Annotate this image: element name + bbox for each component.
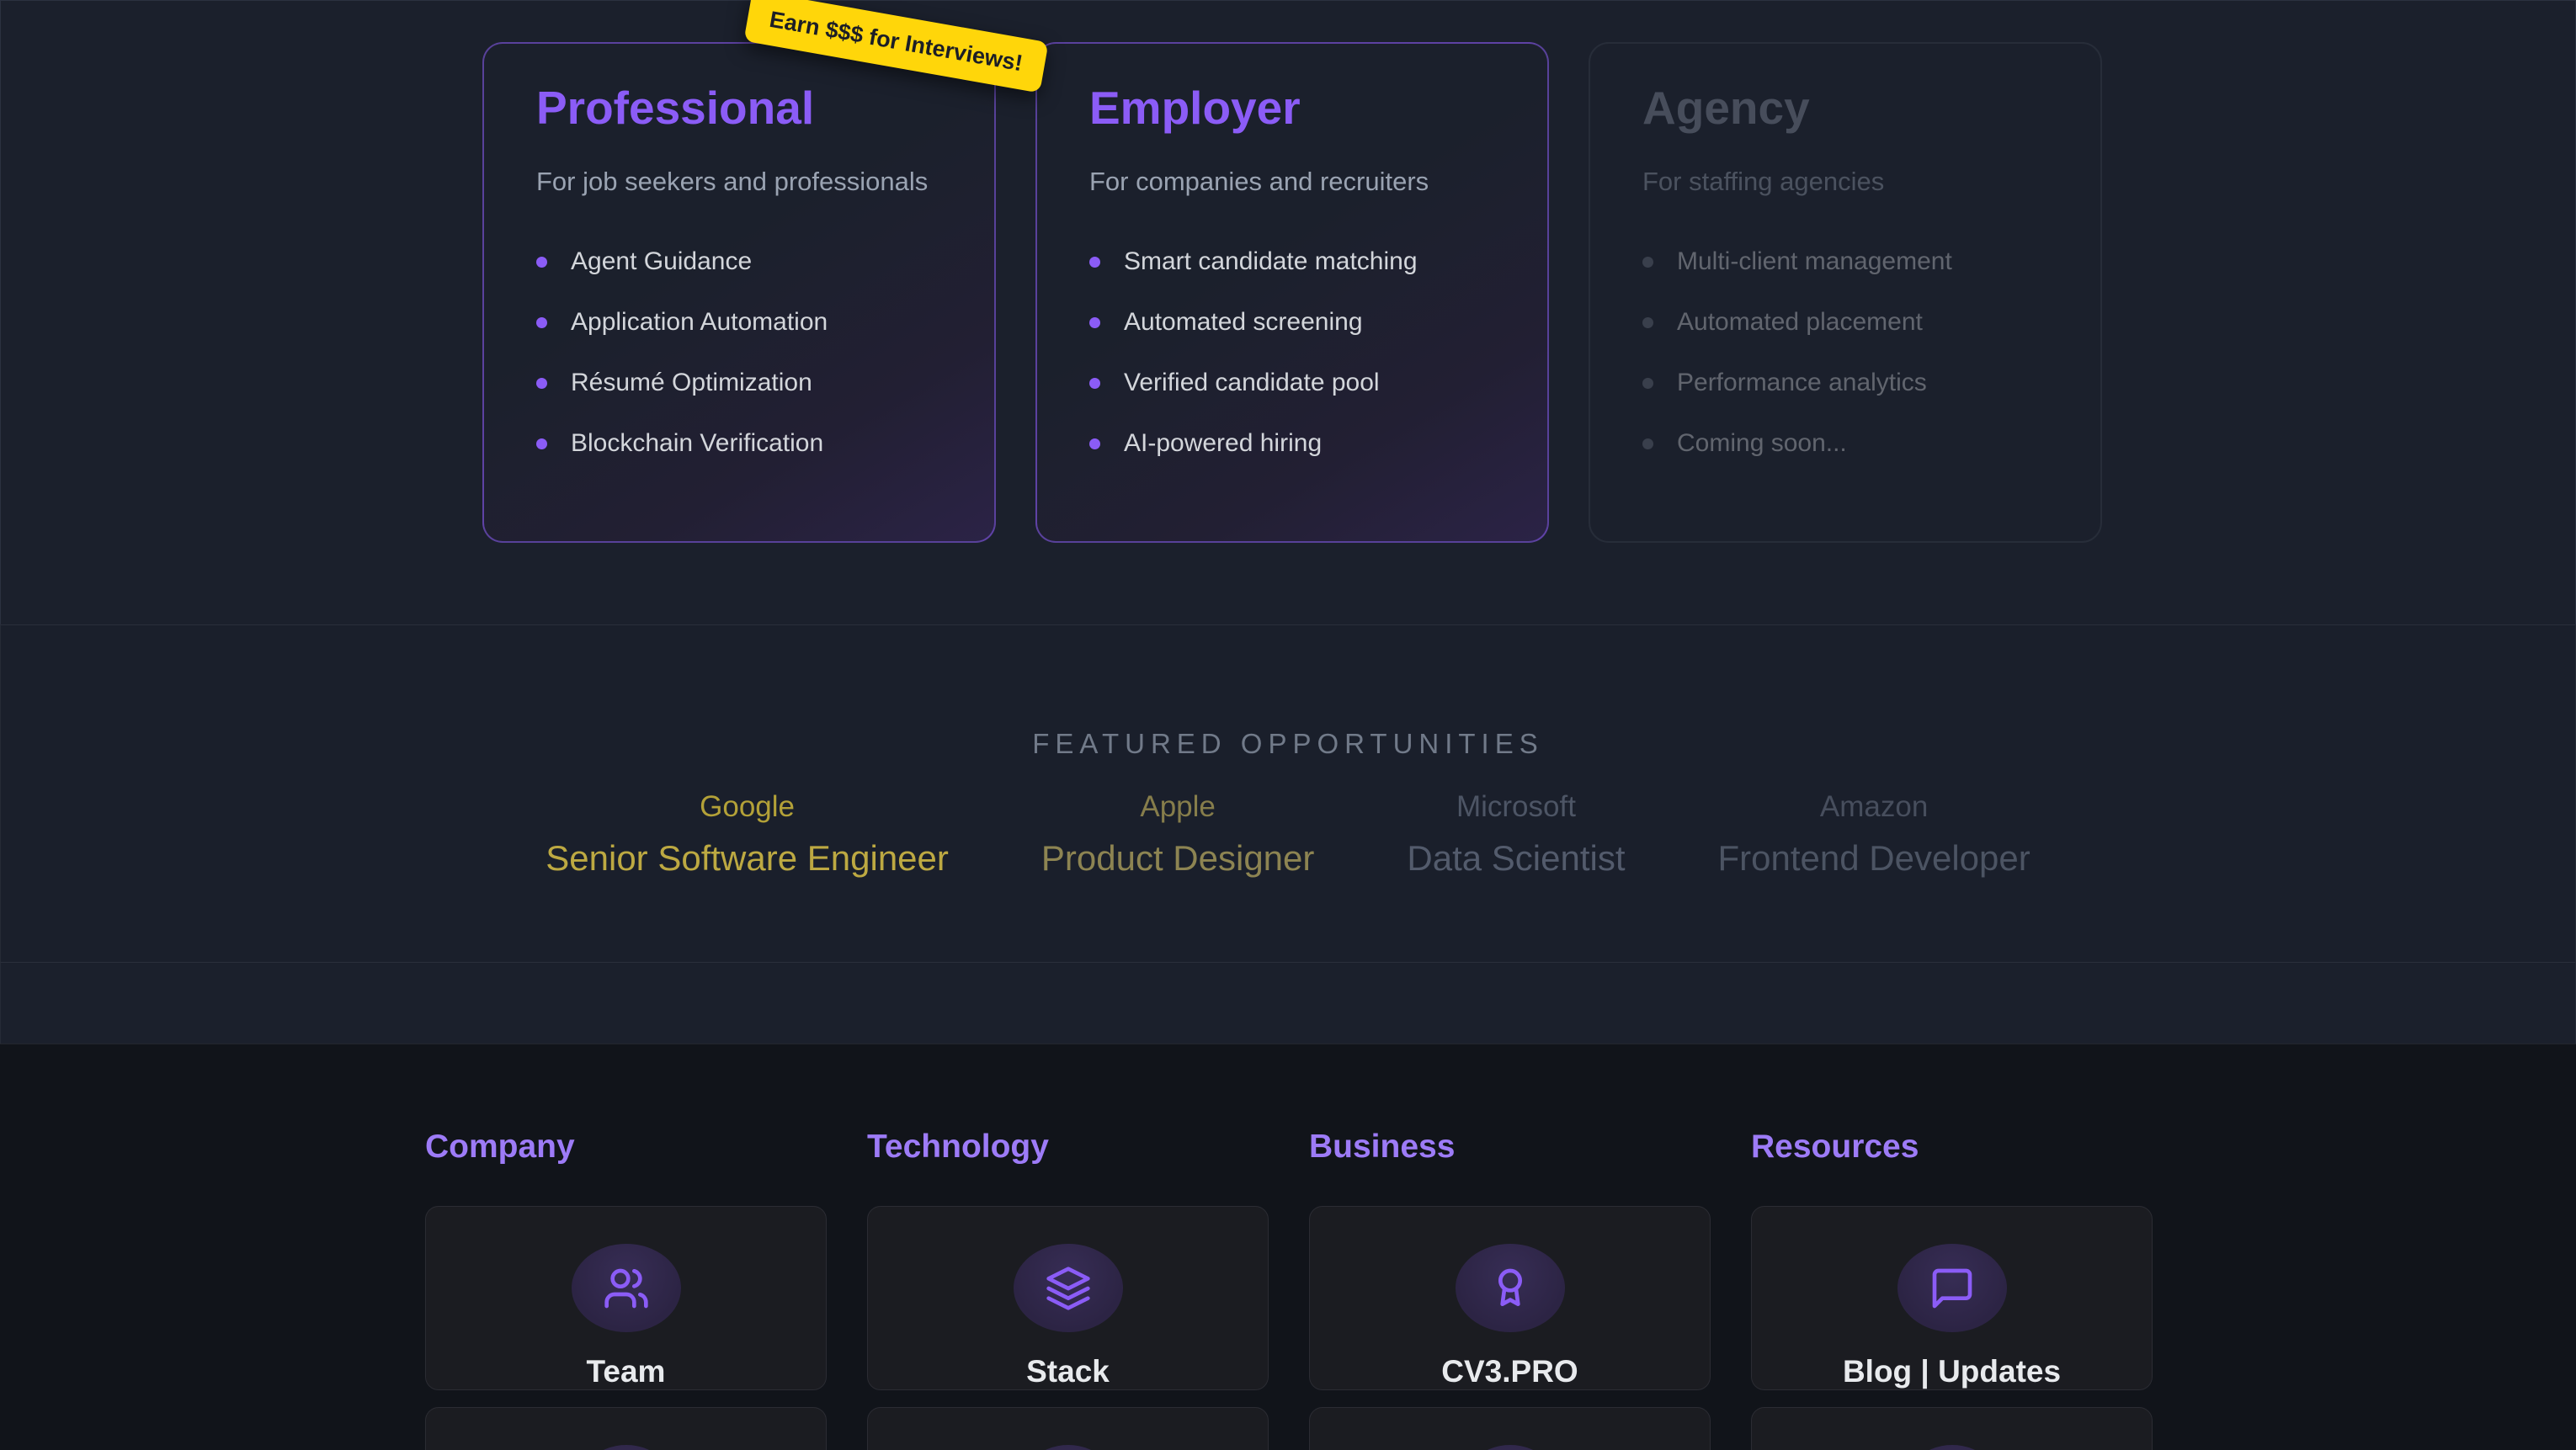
job-item-amazon[interactable]: Amazon Frontend Developer [1718,790,2030,879]
feature-label: Performance analytics [1677,369,1927,397]
footer-column-heading: Resources [1751,1129,2153,1166]
plan-feature: Application Automation [536,310,942,335]
feature-label: Verified candidate pool [1124,369,1380,397]
plan-card-agency: Agency For staffing agencies Multi-clien… [1589,42,2102,543]
users-icon [572,1244,681,1332]
bullet-icon [1642,257,1653,268]
plan-feature: Automated placement [1642,310,2048,335]
feature-label: Résumé Optimization [571,369,812,397]
plan-card-employer[interactable]: Employer For companies and recruiters Sm… [1035,42,1549,543]
featured-heading: FEATURED OPPORTUNITIES [1,728,2575,760]
circle-icon [572,1445,681,1450]
feature-label: Multi-client management [1677,247,1952,276]
footer-card-label: Blog | Updates [1843,1354,2061,1389]
layers-icon [1014,1244,1123,1332]
bullet-icon [536,438,547,449]
footer-card-label: Team [587,1354,666,1389]
plan-feature: Agent Guidance [536,249,942,274]
plan-subtitle: For companies and recruiters [1089,167,1495,197]
feature-label: Coming soon... [1677,429,1847,458]
bullet-icon [1089,257,1100,268]
footer-card-partial[interactable] [1751,1407,2153,1450]
footer-card-partial[interactable] [867,1407,1269,1450]
footer-card-cv3pro[interactable]: CV3.PRO [1309,1206,1711,1390]
plan-feature: Smart candidate matching [1089,249,1495,274]
featured-jobs-row: Google Senior Software Engineer Apple Pr… [1,790,2575,879]
plan-feature: Coming soon... [1642,431,2048,456]
footer-card-stack[interactable]: Stack [867,1206,1269,1390]
footer-card-label: Stack [1026,1354,1110,1389]
plan-title: Employer [1089,81,1495,135]
plan-feature: Performance analytics [1642,370,2048,396]
bullet-icon [1089,438,1100,449]
plan-feature: Automated screening [1089,310,1495,335]
footer-column-heading: Company [425,1129,827,1166]
footer-section: Company Team Technology Stack [0,1044,2576,1450]
circle-icon [1014,1445,1123,1450]
plan-subtitle: For job seekers and professionals [536,167,942,197]
footer-column-technology: Technology Stack [867,1129,1269,1450]
footer-column-business: Business CV3.PRO [1309,1129,1711,1450]
plan-feature: AI-powered hiring [1089,431,1495,456]
footer-card-blog[interactable]: Blog | Updates [1751,1206,2153,1390]
footer-card-team[interactable]: Team [425,1206,827,1390]
featured-opportunities-section: FEATURED OPPORTUNITIES Google Senior Sof… [0,624,2576,962]
plan-feature: Multi-client management [1642,249,2048,274]
feature-label: Automated screening [1124,308,1363,337]
feature-label: AI-powered hiring [1124,429,1322,458]
plan-feature: Blockchain Verification [536,431,942,456]
footer-column-company: Company Team [425,1129,827,1450]
job-role: Frontend Developer [1718,838,2030,879]
message-icon [1897,1244,2007,1332]
job-company: Google [546,790,949,824]
plan-feature: Résumé Optimization [536,370,942,396]
footer-column-heading: Business [1309,1129,1711,1166]
footer-card-label: CV3.PRO [1441,1354,1578,1389]
bullet-icon [1089,378,1100,389]
job-role: Data Scientist [1407,838,1625,879]
footer-grid: Company Team Technology Stack [425,1129,2153,1450]
plan-cards-row: Professional For job seekers and profess… [482,42,2102,543]
job-company: Amazon [1718,790,2030,824]
bullet-icon [536,378,547,389]
plan-title: Professional [536,81,942,135]
bullet-icon [536,317,547,328]
job-company: Apple [1041,790,1315,824]
bullet-icon [1642,438,1653,449]
plan-card-professional[interactable]: Professional For job seekers and profess… [482,42,996,543]
landing-page: Earn $$$ for Interviews! Professional Fo… [0,0,2576,1450]
plan-title: Agency [1642,81,2048,135]
footer-card-partial[interactable] [425,1407,827,1450]
feature-label: Automated placement [1677,308,1923,337]
job-item-google[interactable]: Google Senior Software Engineer [546,790,949,879]
job-role: Senior Software Engineer [546,838,949,879]
divider-band [0,962,2576,1044]
job-role: Product Designer [1041,838,1315,879]
feature-label: Agent Guidance [571,247,752,276]
job-item-apple[interactable]: Apple Product Designer [1041,790,1315,879]
bullet-icon [1642,317,1653,328]
plan-subtitle: For staffing agencies [1642,167,2048,197]
award-icon [1456,1244,1565,1332]
circle-icon [1897,1445,2007,1450]
feature-label: Smart candidate matching [1124,247,1418,276]
feature-label: Application Automation [571,308,828,337]
job-company: Microsoft [1407,790,1625,824]
footer-column-resources: Resources Blog | Updates [1751,1129,2153,1450]
job-item-microsoft[interactable]: Microsoft Data Scientist [1407,790,1625,879]
plan-feature: Verified candidate pool [1089,370,1495,396]
footer-card-partial[interactable] [1309,1407,1711,1450]
bullet-icon [536,257,547,268]
circle-icon [1456,1445,1565,1450]
bullet-icon [1089,317,1100,328]
plans-section: Earn $$$ for Interviews! Professional Fo… [0,0,2576,624]
bullet-icon [1642,378,1653,389]
footer-column-heading: Technology [867,1129,1269,1166]
feature-label: Blockchain Verification [571,429,823,458]
